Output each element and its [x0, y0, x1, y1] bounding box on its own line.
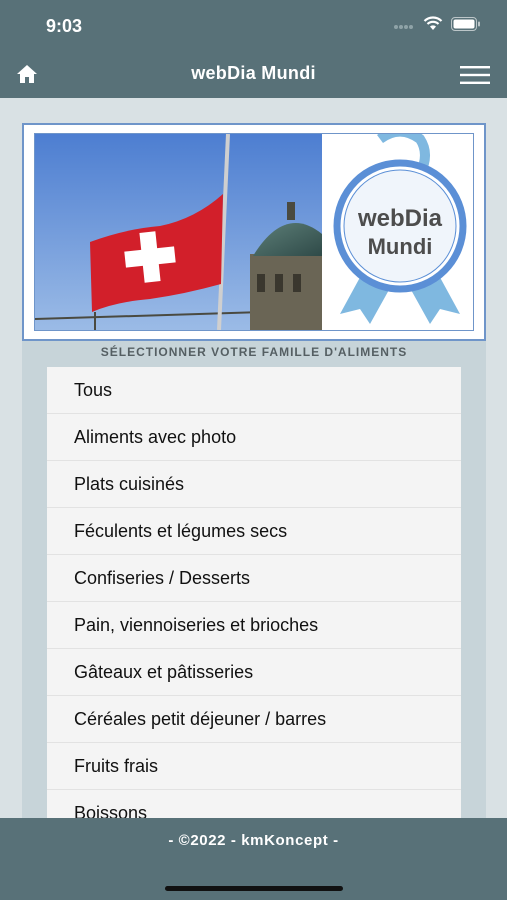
list-item-label: Céréales petit déjeuner / barres: [74, 708, 327, 729]
content-area[interactable]: webDia Mundi SÉLECTIONNER VOTRE FAMILLE …: [0, 98, 507, 818]
nav-bar: webDia Mundi: [0, 52, 507, 98]
page-title: webDia Mundi: [191, 63, 316, 83]
signal-icon: [394, 24, 413, 29]
list-item[interactable]: Gâteaux et pâtisseries: [47, 649, 461, 696]
footer-copyright: - ©2022 - kmKoncept -: [168, 832, 339, 849]
status-bar: 9:03: [0, 0, 507, 52]
list-item-label: Confiseries / Desserts: [74, 567, 251, 588]
status-time: 9:03: [46, 16, 83, 36]
list-item[interactable]: Boissons: [47, 790, 461, 818]
list-item[interactable]: Céréales petit déjeuner / barres: [47, 696, 461, 743]
list-item[interactable]: Confiseries / Desserts: [47, 555, 461, 602]
list-item[interactable]: Pain, viennoiseries et brioches: [47, 602, 461, 649]
list-item-label: Gâteaux et pâtisseries: [74, 661, 254, 682]
section-header: SÉLECTIONNER VOTRE FAMILLE D'ALIMENTS: [100, 345, 408, 359]
hamburger-menu-icon[interactable]: [460, 66, 490, 84]
list-item[interactable]: Féculents et légumes secs: [47, 508, 461, 555]
list-item-label: Féculents et légumes secs: [74, 520, 288, 541]
list-item[interactable]: Aliments avec photo: [47, 414, 461, 461]
list-item-label: Aliments avec photo: [74, 426, 237, 447]
wifi-icon: [423, 16, 443, 30]
list-item-label: Boissons: [74, 802, 148, 819]
list-item[interactable]: Fruits frais: [47, 743, 461, 790]
banner-photo: webDia Mundi: [35, 134, 473, 330]
status-icons: [393, 16, 481, 31]
list-item-label: Fruits frais: [74, 755, 159, 776]
logo-line2: Mundi: [368, 234, 433, 259]
list-item-label: Pain, viennoiseries et brioches: [74, 614, 319, 635]
logo-line1: webDia: [357, 205, 443, 232]
content-panel: webDia Mundi SÉLECTIONNER VOTRE FAMILLE …: [22, 123, 486, 818]
banner: webDia Mundi: [22, 123, 486, 341]
list-item-label: Plats cuisinés: [74, 473, 185, 494]
footer: - ©2022 - kmKoncept -: [0, 818, 507, 900]
banner-image: webDia Mundi: [34, 133, 474, 331]
food-family-list: Tous Aliments avec photo Plats cuisinés …: [47, 367, 461, 818]
list-item-label: Tous: [74, 379, 113, 400]
home-indicator[interactable]: [165, 886, 343, 891]
battery-icon: [451, 16, 480, 31]
list-item[interactable]: Plats cuisinés: [47, 461, 461, 508]
list-item[interactable]: Tous: [47, 367, 461, 414]
